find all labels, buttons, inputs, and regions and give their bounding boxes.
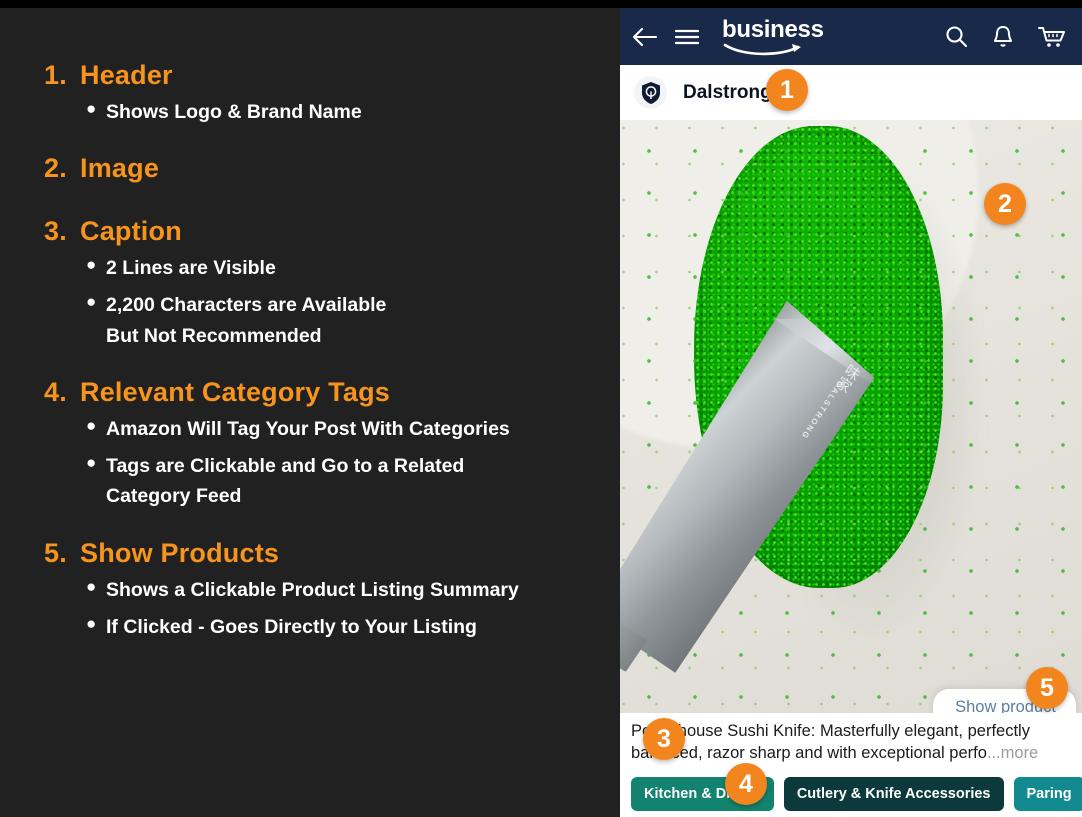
outline-section-caption: 3. Caption ● 2 Lines are Visible ● 2,200…	[44, 216, 604, 351]
list-item: ● Shows a Clickable Product Listing Summ…	[44, 575, 604, 605]
outline-section-title: Caption	[80, 216, 182, 247]
app-bar-right-controls	[944, 24, 1071, 49]
outline-bullet-list: ● 2 Lines are Visible ● 2,200 Characters…	[44, 253, 604, 351]
list-item: ● Shows Logo & Brand Name	[44, 97, 604, 127]
amazon-business-app-bar: business	[620, 8, 1082, 65]
app-bar-left-controls: business	[631, 15, 824, 56]
outline-section-number: 1.	[44, 60, 67, 90]
list-item: ● 2 Lines are Visible	[44, 253, 604, 283]
post-caption: Powerhouse Sushi Knife: Masterfully eleg…	[631, 721, 1071, 765]
list-item: ● Tags are Clickable and Go to a Related…	[44, 451, 604, 511]
caption-text: Powerhouse Sushi Knife: Masterfully eleg…	[631, 722, 1030, 762]
outline-section-title: Relevant Category Tags	[80, 376, 390, 407]
category-tag[interactable]: Paring	[1013, 776, 1082, 811]
notification-bell-icon[interactable]	[991, 24, 1015, 49]
outline-section-heading: 3. Caption	[44, 216, 604, 247]
outline-section-title: Show Products	[80, 537, 280, 568]
bullet-dot-icon: ●	[86, 576, 97, 596]
bullet-text: 2,200 Characters are Available But Not R…	[106, 294, 387, 347]
bullet-dot-icon: ●	[86, 415, 97, 435]
slide-root: 1. Header ● Shows Logo & Brand Name 2. I…	[0, 0, 1082, 817]
amazon-business-wordmark: business	[722, 15, 824, 43]
callout-badge-5: 5	[1026, 667, 1068, 709]
bullet-text: Tags are Clickable and Go to a Related C…	[106, 455, 465, 508]
callout-badge-3: 3	[643, 718, 685, 760]
bullet-dot-icon: ●	[86, 453, 97, 473]
outline-section-heading: 1. Header	[44, 60, 604, 91]
phone-screenshot: business Dalstrong 味家 DALSTRONG Show pro…	[620, 8, 1082, 817]
callout-badge-4: 4	[725, 763, 767, 805]
outline-section-number: 5.	[44, 537, 67, 568]
outline-section-number: 2.	[44, 153, 67, 184]
amazon-business-logo[interactable]: business	[722, 15, 824, 56]
callout-badge-1: 1	[766, 69, 808, 111]
outline-panel: 1. Header ● Shows Logo & Brand Name 2. I…	[0, 8, 620, 817]
category-tag[interactable]: Cutlery & Knife Accessories	[783, 776, 1004, 811]
bullet-dot-icon: ●	[86, 99, 97, 118]
post-brand-header[interactable]: Dalstrong	[620, 65, 1082, 120]
list-item: ● 2,200 Characters are Available But Not…	[44, 290, 604, 350]
outline-section-category-tags: 4. Relevant Category Tags ● Amazon Will …	[44, 377, 604, 512]
outline-section-header: 1. Header ● Shows Logo & Brand Name	[44, 60, 604, 127]
bullet-text: Shows Logo & Brand Name	[106, 101, 362, 123]
hamburger-menu-icon[interactable]	[674, 27, 700, 47]
post-caption-area: Powerhouse Sushi Knife: Masterfully eleg…	[620, 713, 1082, 765]
outline-list: 1. Header ● Shows Logo & Brand Name 2. I…	[44, 60, 604, 668]
outline-bullet-list: ● Shows Logo & Brand Name	[44, 97, 604, 127]
outline-bullet-list: ● Amazon Will Tag Your Post With Categor…	[44, 414, 604, 512]
caption-more-link[interactable]: ...more	[987, 744, 1038, 762]
outline-section-number: 3.	[44, 216, 67, 247]
category-tag-list: Kitchen & Dining Cutlery & Knife Accesso…	[620, 765, 1082, 811]
bullet-dot-icon: ●	[86, 292, 97, 312]
callout-badge-2: 2	[984, 183, 1026, 225]
bullet-text: Amazon Will Tag Your Post With Categorie…	[106, 417, 510, 440]
bullet-text: Shows a Clickable Product Listing Summar…	[106, 578, 519, 601]
outline-section-image: 2. Image	[44, 153, 604, 212]
outline-bullet-list: ● Shows a Clickable Product Listing Summ…	[44, 575, 604, 642]
bullet-dot-icon: ●	[86, 613, 97, 633]
outline-section-title: Header	[80, 60, 173, 90]
amazon-smile-icon	[723, 43, 801, 55]
outline-section-heading: 5. Show Products	[44, 538, 604, 569]
shopping-cart-icon[interactable]	[1037, 24, 1067, 49]
bullet-text: 2 Lines are Visible	[106, 257, 276, 280]
list-item: ● If Clicked - Goes Directly to Your Lis…	[44, 612, 604, 642]
outline-section-heading: 2. Image	[44, 153, 604, 184]
back-arrow-icon[interactable]	[631, 26, 658, 48]
post-brand-name[interactable]: Dalstrong	[683, 82, 772, 104]
search-icon[interactable]	[944, 24, 969, 49]
bullet-dot-icon: ●	[86, 255, 97, 275]
outline-section-show-products: 5. Show Products ● Shows a Clickable Pro…	[44, 538, 604, 642]
bullet-text: If Clicked - Goes Directly to Your Listi…	[106, 615, 477, 638]
dalstrong-shield-logo-icon	[634, 76, 667, 109]
outline-section-number: 4.	[44, 376, 67, 407]
outline-section-title: Image	[80, 153, 160, 184]
list-item: ● Amazon Will Tag Your Post With Categor…	[44, 414, 604, 444]
outline-section-heading: 4. Relevant Category Tags	[44, 377, 604, 408]
